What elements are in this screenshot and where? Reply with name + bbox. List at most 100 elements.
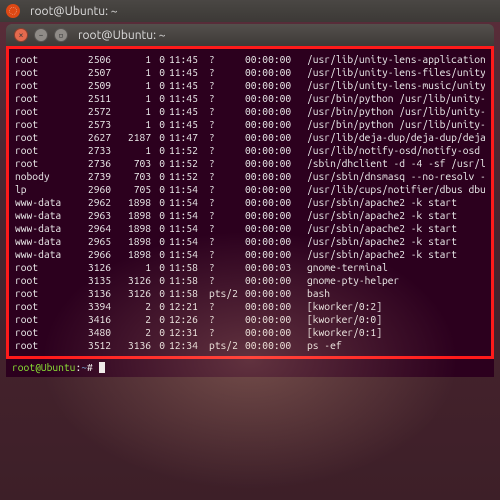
col-c: 0 bbox=[155, 105, 169, 118]
col-time: 00:00:00 bbox=[245, 92, 307, 105]
col-user: www-data bbox=[15, 235, 75, 248]
process-row: root25111011:45?00:00:00/usr/bin/python … bbox=[15, 92, 485, 105]
col-cmd: /usr/sbin/apache2 -k start bbox=[307, 196, 485, 209]
col-tty: ? bbox=[209, 235, 245, 248]
highlight-box: root25061011:45?00:00:00/usr/lib/unity-l… bbox=[6, 46, 494, 359]
col-pid: 3126 bbox=[75, 261, 115, 274]
process-row: www-data29641898011:54?00:00:00/usr/sbin… bbox=[15, 222, 485, 235]
terminal[interactable]: root25061011:45?00:00:00/usr/lib/unity-l… bbox=[6, 46, 494, 377]
col-c: 0 bbox=[155, 66, 169, 79]
col-time: 00:00:00 bbox=[245, 313, 307, 326]
col-cmd: /usr/sbin/apache2 -k start bbox=[307, 248, 485, 261]
col-stime: 11:52 bbox=[169, 170, 209, 183]
col-c: 0 bbox=[155, 196, 169, 209]
window-titlebar[interactable]: × – ▫ root@Ubuntu: ~ bbox=[6, 24, 494, 46]
col-ppid: 1 bbox=[115, 105, 155, 118]
col-time: 00:00:00 bbox=[245, 274, 307, 287]
col-time: 00:00:00 bbox=[245, 53, 307, 66]
col-ppid: 1898 bbox=[115, 222, 155, 235]
col-cmd: /usr/lib/deja-dup/deja-dup/deja- bbox=[307, 131, 485, 144]
window-title: root@Ubuntu: ~ bbox=[78, 29, 166, 42]
close-icon[interactable]: × bbox=[14, 28, 28, 42]
process-row: root25721011:45?00:00:00/usr/bin/python … bbox=[15, 105, 485, 118]
col-stime: 11:45 bbox=[169, 118, 209, 131]
col-pid: 2511 bbox=[75, 92, 115, 105]
col-user: root bbox=[15, 118, 75, 131]
col-tty: pts/2 bbox=[209, 287, 245, 300]
col-stime: 11:54 bbox=[169, 196, 209, 209]
col-ppid: 1 bbox=[115, 53, 155, 66]
minimize-icon[interactable]: – bbox=[34, 28, 48, 42]
col-user: root bbox=[15, 66, 75, 79]
col-c: 0 bbox=[155, 261, 169, 274]
col-tty: ? bbox=[209, 196, 245, 209]
process-row: nobody2739703011:52?00:00:00/usr/sbin/dn… bbox=[15, 170, 485, 183]
col-time: 00:00:00 bbox=[245, 66, 307, 79]
col-c: 0 bbox=[155, 92, 169, 105]
col-pid: 3512 bbox=[75, 339, 115, 352]
col-cmd: /usr/bin/python /usr/lib/unity-s bbox=[307, 118, 485, 131]
process-row: root2736703011:52?00:00:00/sbin/dhclient… bbox=[15, 157, 485, 170]
process-row: root31363126011:58pts/200:00:00bash bbox=[15, 287, 485, 300]
process-row: root25061011:45?00:00:00/usr/lib/unity-l… bbox=[15, 53, 485, 66]
col-tty: ? bbox=[209, 66, 245, 79]
col-user: root bbox=[15, 326, 75, 339]
col-tty: ? bbox=[209, 157, 245, 170]
col-tty: ? bbox=[209, 53, 245, 66]
col-stime: 11:47 bbox=[169, 131, 209, 144]
col-stime: 11:54 bbox=[169, 222, 209, 235]
col-pid: 3136 bbox=[75, 287, 115, 300]
process-row: root34802012:31?00:00:00[kworker/0:1] bbox=[15, 326, 485, 339]
col-tty: ? bbox=[209, 92, 245, 105]
col-ppid: 1898 bbox=[115, 235, 155, 248]
process-row: root34162012:26?00:00:00[kworker/0:0] bbox=[15, 313, 485, 326]
process-row: root25091011:45?00:00:00/usr/lib/unity-l… bbox=[15, 79, 485, 92]
col-pid: 2507 bbox=[75, 66, 115, 79]
col-user: root bbox=[15, 53, 75, 66]
col-ppid: 2187 bbox=[115, 131, 155, 144]
col-stime: 11:58 bbox=[169, 274, 209, 287]
col-cmd: /usr/sbin/apache2 -k start bbox=[307, 235, 485, 248]
col-time: 00:00:00 bbox=[245, 248, 307, 261]
col-cmd: [kworker/0:2] bbox=[307, 300, 485, 313]
col-pid: 2572 bbox=[75, 105, 115, 118]
col-time: 00:00:00 bbox=[245, 222, 307, 235]
col-pid: 3135 bbox=[75, 274, 115, 287]
col-user: root bbox=[15, 144, 75, 157]
maximize-icon[interactable]: ▫ bbox=[54, 28, 68, 42]
col-user: root bbox=[15, 313, 75, 326]
prompt[interactable]: root@Ubuntu:~# bbox=[6, 361, 494, 377]
process-row: www-data29621898011:54?00:00:00/usr/sbin… bbox=[15, 196, 485, 209]
process-row: root31261011:58?00:00:03gnome-terminal bbox=[15, 261, 485, 274]
col-c: 0 bbox=[155, 53, 169, 66]
col-user: www-data bbox=[15, 196, 75, 209]
col-user: root bbox=[15, 105, 75, 118]
col-time: 00:00:00 bbox=[245, 118, 307, 131]
col-tty: ? bbox=[209, 326, 245, 339]
col-ppid: 3136 bbox=[115, 339, 155, 352]
col-cmd: /usr/sbin/dnsmasq --no-resolv -- bbox=[307, 170, 485, 183]
col-ppid: 1 bbox=[115, 118, 155, 131]
col-c: 0 bbox=[155, 209, 169, 222]
col-user: www-data bbox=[15, 209, 75, 222]
col-c: 0 bbox=[155, 131, 169, 144]
col-pid: 3394 bbox=[75, 300, 115, 313]
col-pid: 2509 bbox=[75, 79, 115, 92]
col-pid: 2963 bbox=[75, 209, 115, 222]
col-stime: 11:45 bbox=[169, 66, 209, 79]
col-tty: ? bbox=[209, 209, 245, 222]
col-c: 0 bbox=[155, 222, 169, 235]
col-pid: 2573 bbox=[75, 118, 115, 131]
col-cmd: ps -ef bbox=[307, 339, 485, 352]
col-c: 0 bbox=[155, 287, 169, 300]
col-pid: 3480 bbox=[75, 326, 115, 339]
process-row: root31353126011:58?00:00:00gnome-pty-hel… bbox=[15, 274, 485, 287]
col-tty: pts/2 bbox=[209, 339, 245, 352]
process-row: root35123136012:34pts/200:00:00ps -ef bbox=[15, 339, 485, 352]
col-c: 0 bbox=[155, 274, 169, 287]
col-ppid: 2 bbox=[115, 313, 155, 326]
col-ppid: 1898 bbox=[115, 209, 155, 222]
col-stime: 11:54 bbox=[169, 235, 209, 248]
process-row: root26272187011:47?00:00:00/usr/lib/deja… bbox=[15, 131, 485, 144]
col-user: root bbox=[15, 261, 75, 274]
